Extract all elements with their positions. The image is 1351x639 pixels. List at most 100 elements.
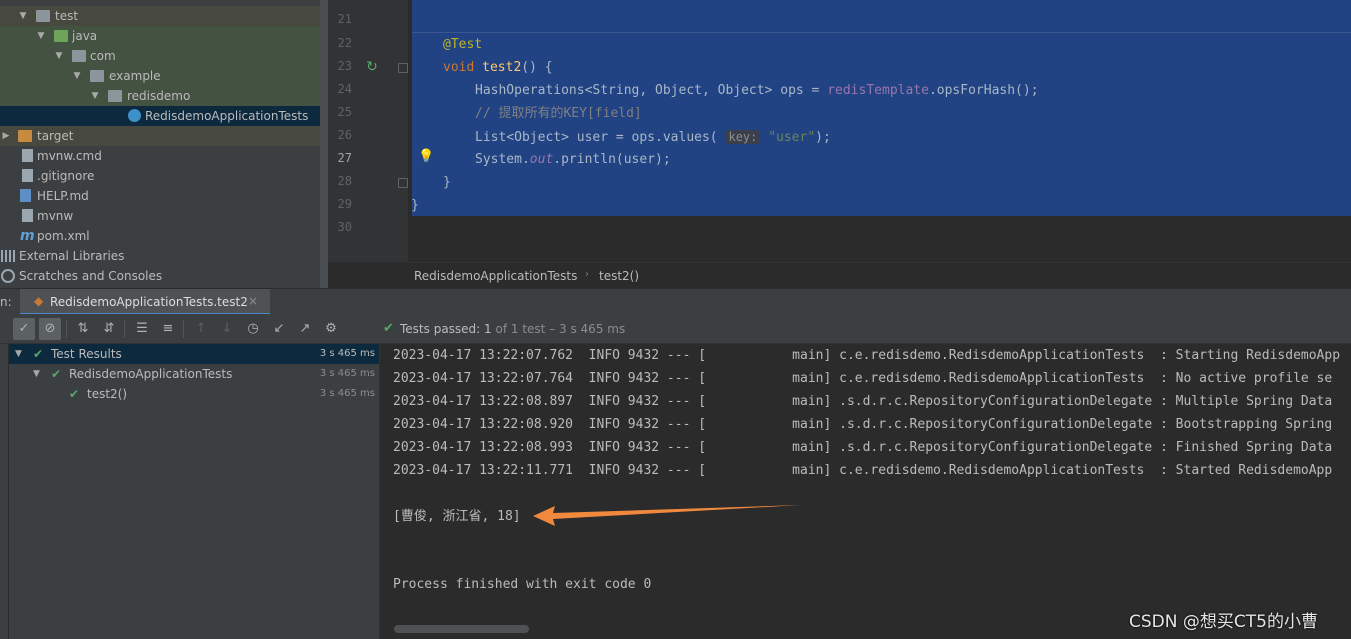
- result-label: Test Results: [51, 347, 122, 361]
- line-number: 27: [337, 151, 352, 165]
- lightbulb-icon[interactable]: 💡: [418, 150, 434, 164]
- next-failed-icon[interactable]: ↓: [216, 318, 238, 340]
- file-icon: [22, 209, 33, 222]
- run-tab-label: RedisdemoApplicationTests.test2: [50, 295, 248, 309]
- tree-item-label: mvnw: [37, 209, 74, 223]
- run-config-icon: ◆: [34, 294, 44, 308]
- code-token: () {: [521, 60, 553, 75]
- annotation-token: @Test: [443, 37, 483, 52]
- test-status: Tests passed: 1 of 1 test – 3 s 465 ms: [400, 322, 625, 336]
- code-token: List<Object> user = ops.values(: [475, 130, 718, 145]
- tree-item-scratches[interactable]: Scratches and Consoles: [0, 266, 320, 286]
- line-number: 23: [337, 59, 352, 73]
- code-line-29: }: [411, 195, 419, 217]
- import-tests-icon[interactable]: ↙: [268, 318, 290, 340]
- horizontal-scrollbar[interactable]: [394, 625, 529, 633]
- console-output[interactable]: 2023-04-17 13:22:07.762 INFO 9432 --- [ …: [380, 344, 1351, 639]
- chevron-down-icon[interactable]: ▼: [33, 364, 40, 384]
- selection-edge: [412, 32, 1351, 33]
- chevron-down-icon[interactable]: ▼: [15, 344, 22, 364]
- check-icon: ✔: [69, 387, 80, 401]
- field-token: redisTemplate: [827, 83, 929, 98]
- check-icon: ✔: [33, 347, 44, 361]
- scratches-icon: [1, 269, 15, 283]
- code-token: }: [443, 175, 451, 190]
- breadcrumb-item-method[interactable]: test2(): [599, 269, 639, 283]
- close-icon[interactable]: ×: [248, 294, 258, 308]
- status-time: – 3 s 465 ms: [549, 322, 626, 336]
- log-line: 2023-04-17 13:22:07.764 INFO 9432 --- [ …: [393, 371, 1333, 386]
- test-results-tree: ▼ ✔ Test Results 3 s 465 ms ▼ ✔ Redisdem…: [9, 344, 379, 639]
- test-results-root[interactable]: ▼ ✔ Test Results 3 s 465 ms: [9, 344, 379, 364]
- chevron-down-icon[interactable]: ▼: [35, 26, 47, 46]
- tree-item-target[interactable]: ▶ target: [0, 126, 320, 146]
- tree-item-java[interactable]: ▼ java: [0, 26, 320, 46]
- project-tree: ▼ test ▼ java ▼ com ▼ example ▼ redisdem…: [0, 0, 320, 288]
- tree-item-label: target: [37, 129, 74, 143]
- parameter-hint: key:: [725, 130, 761, 144]
- tree-item-label: RedisdemoApplicationTests: [145, 109, 309, 123]
- tree-item-external-libraries[interactable]: External Libraries: [0, 246, 320, 266]
- run-toolbar: ✓ ⊘ ⇅ ⇵ ☰ ≡ ↑ ↓ ◷ ↙ ↗ ⚙ ✔ Tests passed: …: [0, 314, 1351, 344]
- chevron-down-icon[interactable]: ▼: [71, 66, 83, 86]
- side-tool-strip: [0, 344, 9, 639]
- chevron-right-icon[interactable]: ▶: [0, 126, 12, 146]
- tree-item-label: redisdemo: [127, 89, 191, 103]
- log-line: 2023-04-17 13:22:08.993 INFO 9432 --- [ …: [393, 440, 1333, 455]
- line-number: 26: [337, 128, 352, 142]
- field-token: out: [529, 152, 554, 167]
- run-test-icon[interactable]: ↻: [364, 59, 380, 75]
- tree-item-label: com: [90, 49, 116, 63]
- log-line: 2023-04-17 13:22:11.771 INFO 9432 --- [ …: [393, 463, 1333, 478]
- show-ignored-button[interactable]: ⊘: [39, 318, 61, 340]
- test-results-method[interactable]: ✔ test2() 3 s 465 ms: [9, 384, 379, 404]
- chevron-down-icon[interactable]: ▼: [17, 6, 29, 26]
- collapse-all-icon[interactable]: ≡: [157, 318, 179, 340]
- code-token: HashOperations<String, Object, Object> o…: [475, 83, 828, 98]
- sort-alphabetically-icon[interactable]: ⇅: [72, 318, 94, 340]
- folder-orange-icon: [18, 130, 32, 142]
- tree-item-test[interactable]: ▼ test: [0, 6, 320, 26]
- tree-item-gitignore[interactable]: .gitignore: [0, 166, 320, 186]
- tree-item-label: mvnw.cmd: [37, 149, 102, 163]
- test-history-icon[interactable]: ◷: [242, 318, 264, 340]
- chevron-down-icon[interactable]: ▼: [89, 86, 101, 106]
- expand-all-icon[interactable]: ☰: [131, 318, 153, 340]
- tree-item-label: pom.xml: [37, 229, 90, 243]
- toolbar-separator: [124, 320, 125, 338]
- code-line-24: HashOperations<String, Object, Object> o…: [475, 80, 1039, 102]
- sort-by-duration-icon[interactable]: ⇵: [98, 318, 120, 340]
- folder-icon: [36, 10, 50, 22]
- code-line-22: @Test: [443, 34, 482, 56]
- test-class-icon: [128, 109, 141, 122]
- previous-failed-icon[interactable]: ↑: [190, 318, 212, 340]
- line-number: 21: [337, 12, 352, 26]
- tree-item-example[interactable]: ▼ example: [0, 66, 320, 86]
- log-line: 2023-04-17 13:22:08.897 INFO 9432 --- [ …: [393, 394, 1333, 409]
- package-icon: [72, 50, 86, 62]
- show-passed-button[interactable]: ✓: [13, 318, 35, 340]
- fold-icon[interactable]: [398, 178, 408, 188]
- tree-item-label: java: [72, 29, 98, 43]
- code-token: );: [815, 130, 831, 145]
- tree-item-pom-xml[interactable]: m pom.xml: [0, 226, 320, 246]
- log-line: 2023-04-17 13:22:08.920 INFO 9432 --- [ …: [393, 417, 1333, 432]
- result-label: test2(): [87, 387, 128, 401]
- tree-scrollbar[interactable]: [320, 0, 328, 288]
- toolbar-separator: [183, 320, 184, 338]
- gear-icon[interactable]: ⚙: [320, 318, 342, 340]
- breadcrumb-item-class[interactable]: RedisdemoApplicationTests: [414, 269, 577, 283]
- export-tests-icon[interactable]: ↗: [294, 318, 316, 340]
- tree-item-help-md[interactable]: HELP.md: [0, 186, 320, 206]
- code-token: .opsForHash();: [928, 83, 1039, 98]
- chevron-down-icon[interactable]: ▼: [53, 46, 65, 66]
- tree-item-mvnw-cmd[interactable]: mvnw.cmd: [0, 146, 320, 166]
- tree-item-redisdemo[interactable]: ▼ redisdemo: [0, 86, 320, 106]
- run-tab[interactable]: ◆ RedisdemoApplicationTests.test2 ×: [20, 289, 270, 315]
- tree-item-com[interactable]: ▼ com: [0, 46, 320, 66]
- code-line-27: System.out.println(user);: [475, 149, 671, 171]
- tree-item-redisdemoapplicationtests[interactable]: RedisdemoApplicationTests: [0, 106, 320, 126]
- fold-icon[interactable]: [398, 63, 408, 73]
- tree-item-mvnw[interactable]: mvnw: [0, 206, 320, 226]
- test-results-class[interactable]: ▼ ✔ RedisdemoApplicationTests 3 s 465 ms: [9, 364, 379, 384]
